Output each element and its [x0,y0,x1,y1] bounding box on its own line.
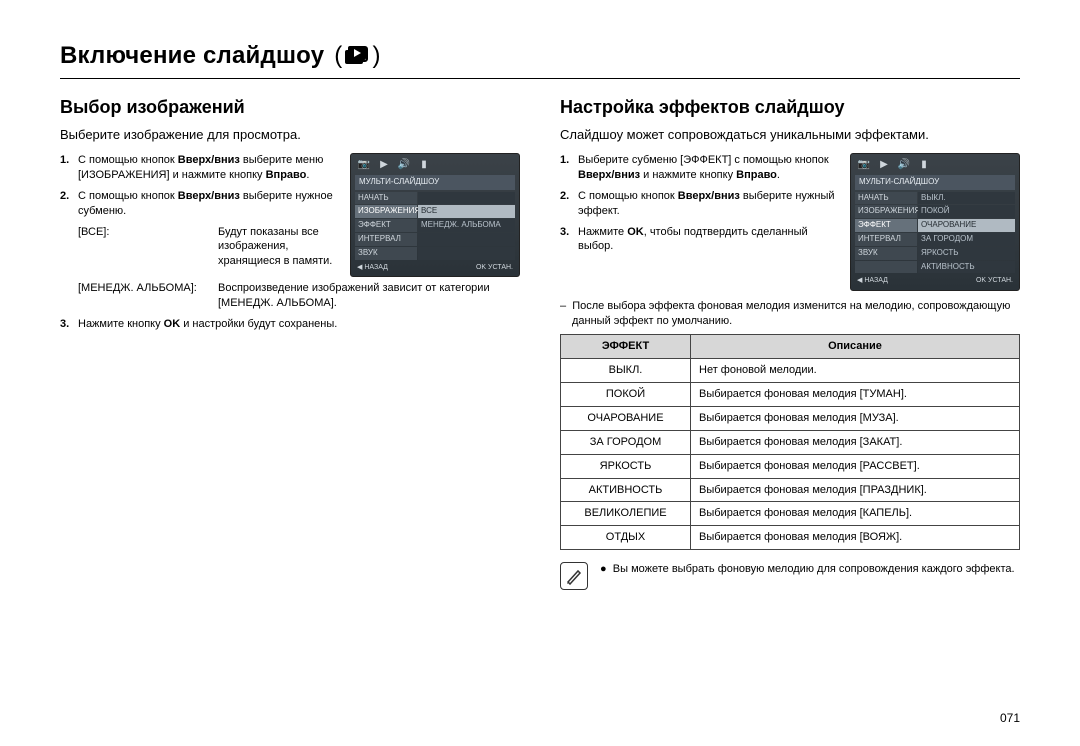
table-row: ЗА ГОРОДОМВыбирается фоновая мелодия [ЗА… [561,430,1020,454]
title-rule [60,78,1020,79]
table-row: ВЕЛИКОЛЕПИЕВыбирается фоновая мелодия [К… [561,502,1020,526]
right-steps: 1. Выберите субменю [ЭФФЕКТ] с помощью к… [560,153,840,254]
left-heading: Выбор изображений [60,95,520,119]
right-step-3: 3. Нажмите OK, чтобы подтвердить сделанн… [578,225,840,255]
left-steps: 1. С помощью кнопок Вверх/вниз выберите … [60,153,340,218]
right-dash-note: – После выбора эффекта фоновая мелодия и… [560,299,1020,329]
left-step-2: 2. С помощью кнопок Вверх/вниз выберите … [78,189,340,219]
back-arrow-icon: ◀ [857,277,862,284]
page-title-text: Включение слайдшоу [60,40,324,72]
table-row: ВЫКЛ.Нет фоновой мелодии. [561,359,1020,383]
table-row: ОЧАРОВАНИЕВыбирается фоновая мелодия [МУ… [561,406,1020,430]
effects-table: ЭФФЕКТ Описание ВЫКЛ.Нет фоновой мелодии… [560,334,1020,550]
right-heading: Настройка эффектов слайдшоу [560,95,1020,119]
page-title: Включение слайдшоу ( ) [60,40,1020,72]
battery-icon: ▮ [917,158,931,172]
footnote-row: ● Вы можете выбрать фоновую мелодию для … [560,562,1020,590]
table-row: ОТДЫХВыбирается фоновая мелодия [ВОЯЖ]. [561,526,1020,550]
speaker-icon: 🔊 [897,158,911,172]
lcd-left-title: МУЛЬТИ-СЛАЙДШОУ [355,175,515,190]
left-column: Выбор изображений Выберите изображение д… [60,95,520,590]
effects-table-head-desc: Описание [691,335,1020,359]
speaker-icon: 🔊 [397,158,411,172]
effects-table-head-effect: ЭФФЕКТ [561,335,691,359]
slideshow-icon: ( ) [334,40,380,72]
left-subtitle: Выберите изображение для просмотра. [60,126,520,144]
table-row: ПОКОЙВыбирается фоновая мелодия [ТУМАН]. [561,383,1020,407]
camera-icon: 📷 [857,158,871,172]
play-icon: ▶ [877,158,891,172]
note-icon [560,562,588,590]
lcd-screenshot-left: 📷 ▶ 🔊 ▮ МУЛЬТИ-СЛАЙДШОУ НАЧАТЬ ИЗОБРАЖЕН… [350,153,520,277]
right-step-2: 2. С помощью кнопок Вверх/вниз выберите … [578,189,840,219]
footnote-text: ● Вы можете выбрать фоновую мелодию для … [598,562,1015,577]
left-step-3: 3. Нажмите кнопку OK и настройки будут с… [78,317,520,332]
left-step-1: 1. С помощью кнопок Вверх/вниз выберите … [78,153,340,183]
battery-icon: ▮ [417,158,431,172]
page-number: 071 [1000,710,1020,726]
camera-icon: 📷 [357,158,371,172]
table-row: АКТИВНОСТЬВыбирается фоновая мелодия [ПР… [561,478,1020,502]
left-submenu-block: [ВСЕ]: Будут показаны все изображения, х… [60,225,340,270]
lcd-screenshot-right: 📷 ▶ 🔊 ▮ МУЛЬТИ-СЛАЙДШОУ НАЧАТЬВЫКЛ. ИЗОБ… [850,153,1020,291]
table-row: ЯРКОСТЬВыбирается фоновая мелодия [РАССВ… [561,454,1020,478]
play-icon: ▶ [377,158,391,172]
lcd-right-title: МУЛЬТИ-СЛАЙДШОУ [855,175,1015,190]
back-arrow-icon: ◀ [357,264,362,271]
right-step-1: 1. Выберите субменю [ЭФФЕКТ] с помощью к… [578,153,840,183]
right-column: Настройка эффектов слайдшоу Слайдшоу мож… [560,95,1020,590]
left-submenu-block-2: [МЕНЕДЖ. АЛЬБОМА]: Воспроизведение изобр… [60,281,520,311]
right-subtitle: Слайдшоу может сопровождаться уникальным… [560,126,1020,144]
